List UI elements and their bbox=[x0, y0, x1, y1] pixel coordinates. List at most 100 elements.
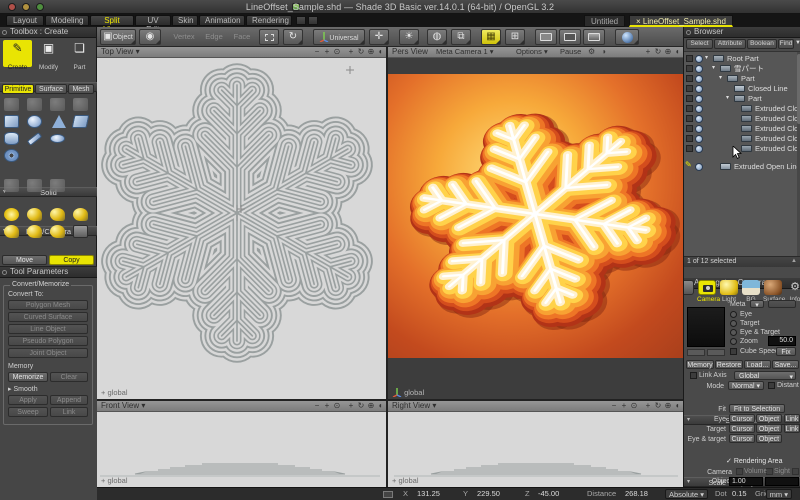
curve-icon-3[interactable] bbox=[50, 98, 65, 111]
texture-tool-button[interactable]: ◍ bbox=[427, 29, 447, 45]
duplicate-tool-button[interactable]: ⧉ bbox=[451, 29, 471, 45]
load-button[interactable]: Load... bbox=[744, 360, 771, 369]
target-object-button[interactable]: Object bbox=[756, 424, 782, 433]
tab-layout[interactable]: Layout bbox=[6, 15, 44, 26]
smooth-link-button[interactable]: Link bbox=[50, 407, 88, 417]
render-flag-icon[interactable] bbox=[695, 163, 703, 171]
orbit-icon[interactable]: ↻ bbox=[356, 401, 366, 411]
tab-light[interactable] bbox=[720, 280, 738, 295]
preview-field-2[interactable] bbox=[707, 349, 725, 356]
toolbox-mode-modify[interactable]: ▣ Modify bbox=[34, 40, 63, 67]
tree-item-closed-line[interactable]: Closed Line bbox=[684, 84, 797, 94]
funnel-icon[interactable]: ▼ bbox=[795, 40, 800, 46]
render-flag-icon[interactable] bbox=[695, 95, 703, 103]
close-icon[interactable]: × bbox=[636, 17, 641, 26]
marquee-select-button[interactable] bbox=[259, 29, 279, 45]
disc-primitive-icon[interactable] bbox=[50, 134, 65, 143]
pan-icon[interactable]: + bbox=[346, 401, 356, 411]
save-button[interactable]: Save... bbox=[772, 360, 799, 369]
tab-modeling[interactable]: Modeling bbox=[45, 15, 89, 26]
camera-tool-button[interactable]: ◉ bbox=[139, 29, 161, 45]
vertex-mode-button[interactable]: Vertex bbox=[169, 29, 199, 45]
visibility-checkbox[interactable] bbox=[686, 55, 693, 62]
magnifier-icon[interactable]: ⊙ bbox=[332, 47, 342, 57]
render-flag-icon[interactable] bbox=[695, 135, 703, 143]
browser-tab-select[interactable]: Select bbox=[686, 39, 713, 49]
browser-tab-boolean[interactable]: Boolean bbox=[747, 39, 777, 49]
universal-manipulator-button[interactable]: Universal bbox=[313, 29, 365, 45]
visibility-checkbox[interactable] bbox=[686, 75, 693, 82]
toolbox-mode-create[interactable]: ✎ Create bbox=[3, 40, 32, 67]
line-primitive-icon[interactable] bbox=[27, 132, 43, 146]
zoom-out-icon[interactable]: − bbox=[609, 401, 619, 411]
volume-checkbox[interactable] bbox=[736, 468, 743, 475]
tab-surface[interactable]: Surface bbox=[35, 84, 67, 94]
eye-target-object-button[interactable]: Object bbox=[756, 434, 782, 443]
eye-link-button[interactable]: Link bbox=[784, 414, 800, 423]
render-flag-icon[interactable] bbox=[695, 65, 703, 73]
copy-button[interactable]: Copy bbox=[49, 255, 94, 265]
aggregate-generic-icon[interactable] bbox=[683, 280, 694, 295]
cube-speed-checkbox[interactable] bbox=[730, 348, 737, 355]
target-radio[interactable] bbox=[730, 320, 737, 327]
clear-button[interactable]: Clear bbox=[50, 372, 88, 382]
tool-parameters-header[interactable]: Tool Parameters bbox=[0, 267, 97, 278]
wedge-primitive-icon[interactable] bbox=[72, 115, 90, 128]
orbit-icon[interactable]: ↻ bbox=[653, 47, 663, 57]
render-flag-icon[interactable] bbox=[695, 75, 703, 83]
tab-info[interactable]: ⚙ bbox=[786, 280, 800, 295]
options-menu[interactable]: Options ▾ bbox=[516, 47, 548, 57]
viewport-title[interactable]: Top View ▾ bbox=[101, 47, 140, 57]
meta-dropdown[interactable]: ▾ bbox=[750, 300, 764, 308]
tree-item-extruded-2[interactable]: Extruded Closed bbox=[684, 114, 797, 124]
viewport-front-canvas[interactable]: + global bbox=[97, 412, 386, 487]
camera-ball-icon[interactable]: ◐ bbox=[673, 47, 683, 57]
camera-selector[interactable]: Meta Camera 1 ▾ bbox=[436, 47, 494, 57]
zoom-out-icon[interactable]: − bbox=[312, 47, 322, 57]
tab-skin[interactable]: Skin bbox=[172, 15, 198, 26]
orbit-icon[interactable]: ↻ bbox=[356, 47, 366, 57]
zoom-tool-icon[interactable]: ⊕ bbox=[366, 47, 376, 57]
zoom-radio[interactable] bbox=[730, 338, 737, 345]
arm-light-icon[interactable] bbox=[27, 225, 42, 238]
link-axis-dropdown[interactable]: Global ▾ bbox=[734, 371, 796, 380]
spotlight-icon[interactable] bbox=[27, 208, 42, 221]
viewport-right-canvas[interactable]: + global bbox=[388, 412, 683, 487]
browser-tab-attribute[interactable]: Attribute bbox=[714, 39, 746, 49]
cone-primitive-icon[interactable] bbox=[52, 115, 66, 128]
gear-icon[interactable]: ⚙ bbox=[588, 47, 595, 57]
doc-tab-active[interactable]: × LineOffset_Sample.shd bbox=[629, 15, 733, 27]
zoom-out-icon[interactable]: − bbox=[312, 401, 322, 411]
viewport-title[interactable]: Front View ▾ bbox=[101, 401, 145, 411]
distant-checkbox[interactable] bbox=[768, 382, 775, 389]
visibility-checkbox[interactable] bbox=[686, 105, 693, 112]
zoom-tool-icon[interactable]: ⊕ bbox=[663, 47, 673, 57]
sight-checkbox[interactable] bbox=[766, 468, 773, 475]
tab-split-view[interactable]: Split View bbox=[90, 15, 134, 26]
tab-animation[interactable]: Animation bbox=[199, 15, 245, 26]
magnifier-icon[interactable]: ⊙ bbox=[629, 401, 639, 411]
desk-light-icon[interactable] bbox=[50, 225, 65, 238]
viewport-title[interactable]: Pers View bbox=[392, 47, 428, 57]
doc-tab-untitled[interactable]: Untitled bbox=[584, 15, 625, 27]
convert-joint-object-button[interactable]: Joint Object bbox=[8, 348, 88, 358]
toolbox-header[interactable]: Toolbox : Create bbox=[0, 27, 96, 38]
target-cursor-button[interactable]: Cursor bbox=[729, 424, 755, 433]
tab-primitive[interactable]: Primitive bbox=[2, 84, 34, 94]
orbit-tool-button[interactable]: ↻ bbox=[283, 29, 303, 45]
disclosure-icon[interactable]: ▾ bbox=[705, 54, 708, 63]
lock-icon[interactable]: ▲ bbox=[791, 258, 797, 264]
tree-item-snow-part[interactable]: ▾ 雪パート bbox=[684, 64, 797, 74]
orbit-icon[interactable]: ↻ bbox=[653, 401, 663, 411]
meta-edit-button[interactable] bbox=[768, 300, 796, 308]
view-display-button-1[interactable] bbox=[535, 29, 557, 45]
render-flag-icon[interactable] bbox=[695, 85, 703, 93]
render-flag-icon[interactable] bbox=[695, 115, 703, 123]
tube-primitive-icon[interactable] bbox=[4, 149, 19, 162]
tab-uv-edit[interactable]: UV Edit bbox=[135, 15, 171, 26]
browser-tab-find[interactable]: Find bbox=[778, 39, 794, 49]
render-flag-icon[interactable] bbox=[695, 125, 703, 133]
solid-icon-3[interactable] bbox=[50, 179, 65, 192]
link-axis-checkbox[interactable] bbox=[690, 372, 697, 379]
preview-field-1[interactable] bbox=[687, 349, 705, 356]
